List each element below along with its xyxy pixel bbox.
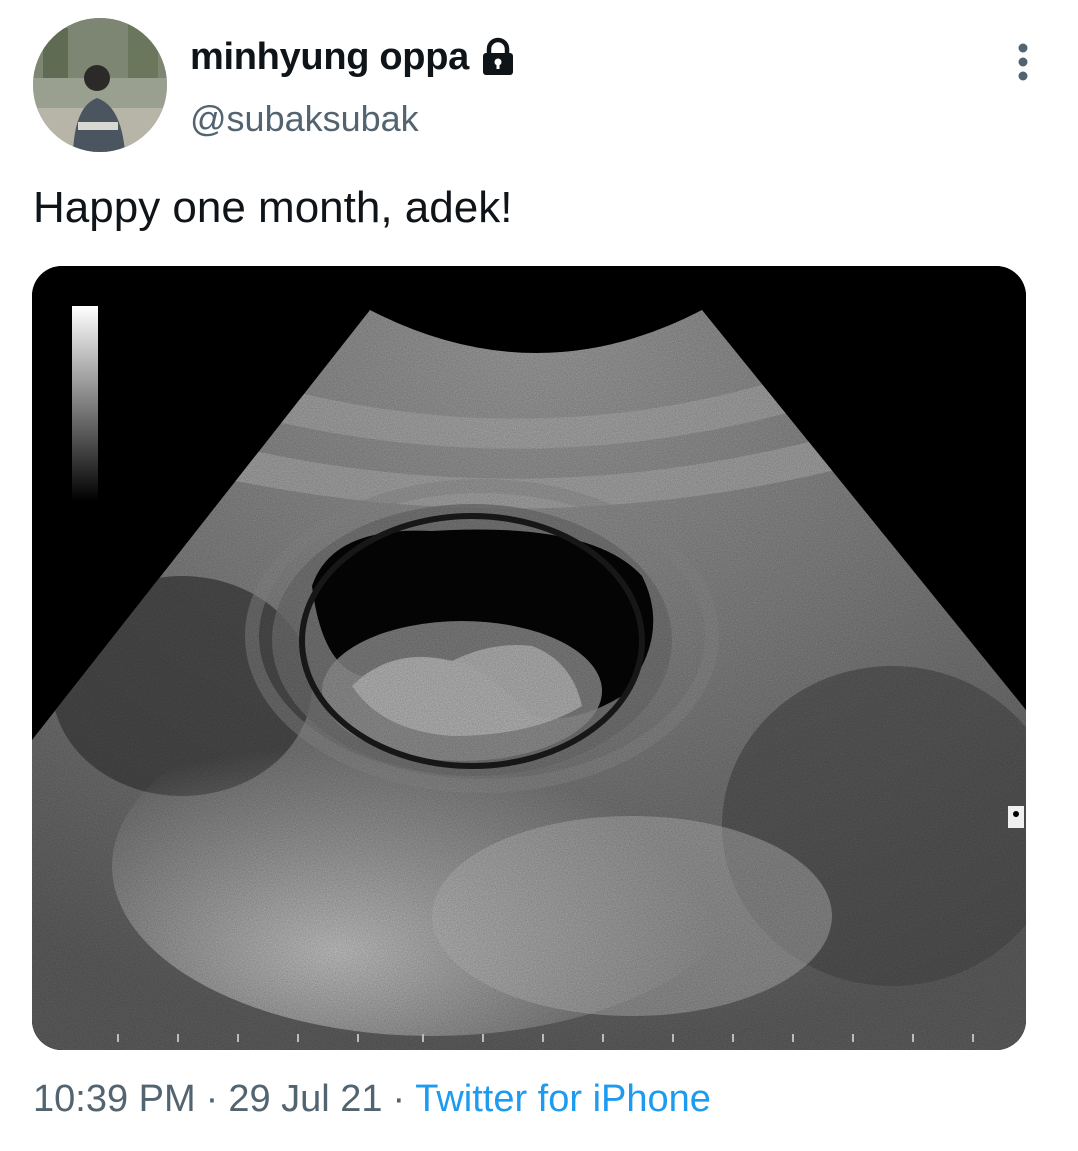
tweet-date[interactable]: 29 Jul 21: [228, 1078, 382, 1120]
author-handle[interactable]: @subaksubak: [190, 95, 419, 143]
ultrasound-image-icon: [32, 266, 1026, 1050]
more-vertical-icon[interactable]: [1005, 40, 1041, 84]
tweet-meta: 10:39 PM · 29 Jul 21 · Twitter for iPhone: [33, 1074, 711, 1124]
tweet-text: Happy one month, adek!: [33, 183, 513, 232]
tweet-source-link[interactable]: Twitter for iPhone: [415, 1078, 711, 1120]
tweet-media-image[interactable]: [32, 266, 1026, 1050]
tweet-time[interactable]: 10:39 PM: [33, 1078, 196, 1120]
profile-photo-icon: [33, 18, 167, 152]
meta-separator: ·: [205, 1078, 219, 1120]
display-name[interactable]: minhyung oppa: [190, 33, 469, 81]
author-name-row: minhyung oppa: [190, 33, 517, 81]
avatar[interactable]: [33, 18, 167, 152]
meta-separator: ·: [392, 1078, 406, 1120]
lock-icon: [479, 37, 517, 77]
